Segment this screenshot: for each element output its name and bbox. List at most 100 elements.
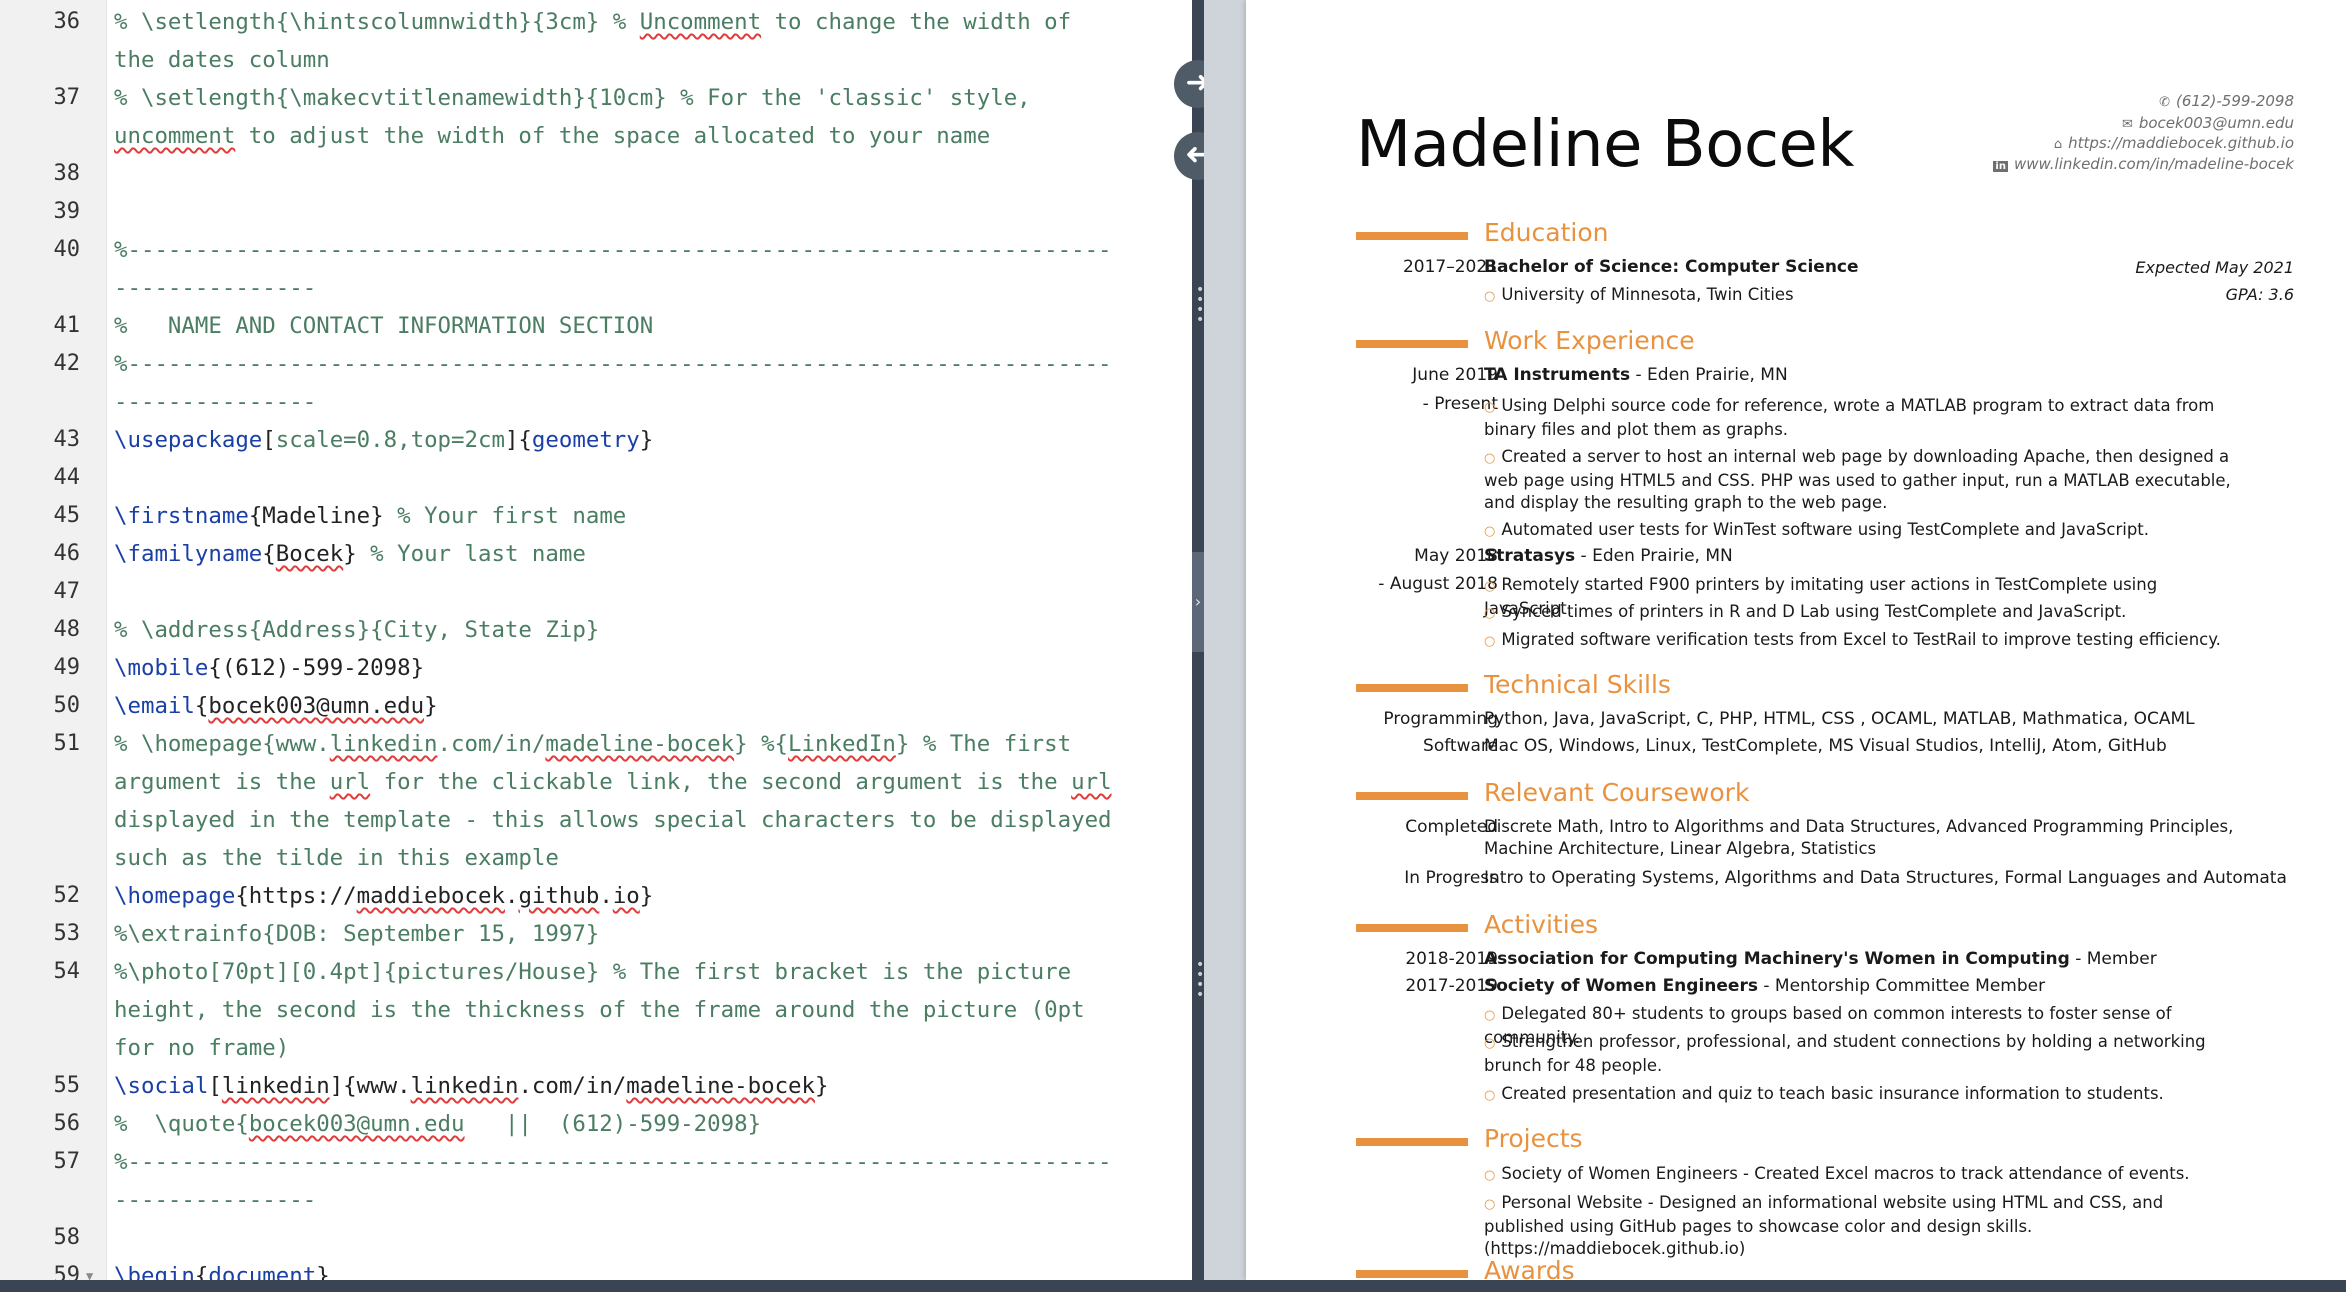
code-line[interactable]: 40 %-------------------------------------…	[0, 231, 1192, 269]
code-text[interactable]: %\photo[70pt][0.4pt]{pictures/House} % T…	[114, 953, 1071, 991]
code-text[interactable]: %\extrainfo{DOB: September 15, 1997}	[114, 915, 599, 953]
code-line[interactable]: 52 \homepage{https://maddiebocek.github.i…	[0, 877, 1192, 915]
code-text[interactable]: for no frame)	[114, 1029, 289, 1067]
code-text[interactable]: \homepage{https://maddiebocek.github.io}	[114, 877, 653, 915]
code-text[interactable]: %---------------------------------------…	[114, 231, 1112, 269]
code-text[interactable]: %---------------------------------------…	[114, 1143, 1112, 1181]
code-text[interactable]: height, the second is the thickness of t…	[114, 991, 1085, 1029]
code-line[interactable]: 36 % \setlength{\hintscolumnwidth}{3cm} %…	[0, 3, 1192, 41]
line-number: 41	[53, 313, 81, 338]
code-line[interactable]: 39	[0, 193, 1192, 231]
code-text[interactable]: ---------------	[114, 383, 316, 421]
job2-heading: Stratasys - Eden Prairie, MN	[1484, 546, 1733, 566]
code-token: \social	[114, 1073, 209, 1099]
divider-grip-icon[interactable]: ••••	[1196, 283, 1204, 327]
code-text[interactable]: displayed in the template - this allows …	[114, 801, 1112, 839]
activity1-role: - Member	[2069, 949, 2157, 969]
code-line[interactable]: the dates column	[0, 41, 1192, 79]
code-line[interactable]: 54 %\photo[70pt][0.4pt]{pictures/House} %…	[0, 953, 1192, 991]
code-line[interactable]: 57 %-------------------------------------…	[0, 1143, 1192, 1181]
code-token: ]{www.	[329, 1073, 411, 1099]
code-text[interactable]: ---------------	[114, 269, 316, 307]
code-line[interactable]: 38	[0, 155, 1192, 193]
code-text[interactable]: \begin{document}	[114, 1257, 330, 1280]
list-item: ○ Migrated software verification tests fr…	[1484, 629, 2248, 653]
code-line[interactable]: height, the second is the thickness of t…	[0, 991, 1192, 1029]
code-text[interactable]: % \homepage{www.linkedin.com/in/madeline…	[114, 725, 1071, 763]
pdf-preview-pane[interactable]: Madeline Bocek ✆ (612)-599-2098 ✉ bocek003…	[1204, 0, 2346, 1280]
collapse-pane-handle[interactable]: ›	[1192, 552, 1204, 652]
coursework-inprogress-label: In Progress	[1404, 868, 1498, 888]
code-text[interactable]: % \quote{bocek003@umn.edu || (612)-599-2…	[114, 1105, 761, 1143]
code-line[interactable]: 56 % \quote{bocek003@umn.edu || (612)-599…	[0, 1105, 1192, 1143]
code-token: .	[599, 883, 613, 909]
code-line[interactable]: 43 \usepackage[scale=0.8,top=2cm]{geometr…	[0, 421, 1192, 459]
code-text[interactable]: \usepackage[scale=0.8,top=2cm]{geometry}	[114, 421, 653, 459]
bullet-icon: ○	[1484, 524, 1496, 539]
code-line[interactable]: 48 % \address{Address}{City, State Zip}	[0, 611, 1192, 649]
code-line[interactable]: 50 \email{bocek003@umn.edu}	[0, 687, 1192, 725]
code-line[interactable]: 42 %-------------------------------------…	[0, 345, 1192, 383]
code-line[interactable]: 47	[0, 573, 1192, 611]
code-text[interactable]: uncomment to adjust the width of the spa…	[114, 117, 990, 155]
code-line[interactable]: 55 \social[linkedin]{www.linkedin.com/in/…	[0, 1067, 1192, 1105]
code-text[interactable]: \email{bocek003@umn.edu}	[114, 687, 438, 725]
code-line[interactable]: displayed in the template - this allows …	[0, 801, 1192, 839]
code-text[interactable]: \social[linkedin]{www.linkedin.com/in/ma…	[114, 1067, 829, 1105]
code-text[interactable]: argument is the url for the clickable li…	[114, 763, 1112, 801]
bullet-icon: ○	[1484, 634, 1496, 649]
contact-email[interactable]: ✉ bocek003@umn.edu	[2122, 114, 2294, 132]
bullet-icon: ○	[1484, 1088, 1496, 1103]
code-token: height, the second is the thickness of t…	[114, 997, 1085, 1023]
code-line[interactable]: argument is the url for the clickable li…	[0, 763, 1192, 801]
code-line[interactable]: such as the tilde in this example	[0, 839, 1192, 877]
code-line[interactable]: 58	[0, 1219, 1192, 1257]
code-text[interactable]: % \setlength{\hintscolumnwidth}{3cm} % U…	[114, 3, 1071, 41]
activity2-date: 2017-2019	[1405, 976, 1498, 996]
code-text[interactable]: \familyname{Bocek} % Your last name	[114, 535, 586, 573]
code-token: {	[194, 1263, 209, 1280]
code-token: \familyname	[114, 541, 263, 567]
code-token: %---------------------------------------…	[114, 1149, 1112, 1175]
code-token: % \address{Address}{City, State Zip}	[114, 617, 600, 643]
education-dates: 2017–2021	[1402, 257, 1498, 277]
code-line[interactable]: 53 %\extrainfo{DOB: September 15, 1997}	[0, 915, 1192, 953]
code-token: % Your first name	[397, 503, 627, 529]
code-editor[interactable]: 36 % \setlength{\hintscolumnwidth}{3cm} %…	[0, 0, 1192, 1280]
line-number: 38	[53, 161, 81, 186]
divider-grip-icon[interactable]: ••••	[1196, 958, 1204, 1002]
line-number: 40	[53, 237, 81, 262]
code-text[interactable]: % NAME AND CONTACT INFORMATION SECTION	[114, 307, 653, 345]
code-line[interactable]: ---------------	[0, 1181, 1192, 1219]
code-line[interactable]: 49 \mobile{(612)-599-2098}	[0, 649, 1192, 687]
code-text[interactable]: % \setlength{\makecvtitlenamewidth}{10cm…	[114, 79, 1031, 117]
code-text[interactable]: such as the tilde in this example	[114, 839, 559, 877]
code-token: argument is the	[114, 769, 330, 795]
code-line[interactable]: 37 % \setlength{\makecvtitlenamewidth}{10…	[0, 79, 1192, 117]
code-text[interactable]: \mobile{(612)-599-2098}	[114, 649, 424, 687]
code-token: ---------------	[114, 389, 317, 415]
code-line[interactable]: uncomment to adjust the width of the spa…	[0, 117, 1192, 155]
code-line[interactable]: 46 \familyname{Bocek} % Your last name	[0, 535, 1192, 573]
code-text[interactable]: ---------------	[114, 1181, 316, 1219]
code-token: such as the tilde in this example	[114, 845, 559, 871]
code-line[interactable]: 59 ▼ \begin{document}	[0, 1257, 1192, 1280]
fold-toggle-icon[interactable]: ▼	[86, 1257, 93, 1280]
code-line[interactable]: ---------------	[0, 269, 1192, 307]
code-line[interactable]: ---------------	[0, 383, 1192, 421]
contact-homepage[interactable]: ⌂ https://maddiebocek.github.io	[2054, 134, 2294, 152]
line-number: 58	[53, 1225, 81, 1250]
code-text[interactable]: the dates column	[114, 41, 330, 79]
code-text[interactable]: \firstname{Madeline} % Your first name	[114, 497, 626, 535]
contact-linkedin[interactable]: in www.linkedin.com/in/madeline-bocek	[1993, 155, 2294, 173]
code-line[interactable]: 41 % NAME AND CONTACT INFORMATION SECTION	[0, 307, 1192, 345]
code-token: }	[424, 693, 438, 719]
code-line[interactable]: 51 % \homepage{www.linkedin.com/in/madeli…	[0, 725, 1192, 763]
activity2-role: - Mentorship Committee Member	[1757, 976, 2046, 996]
code-text[interactable]: %---------------------------------------…	[114, 345, 1112, 383]
code-line[interactable]: for no frame)	[0, 1029, 1192, 1067]
code-line[interactable]: 44	[0, 459, 1192, 497]
code-line[interactable]: 45 \firstname{Madeline} % Your first name	[0, 497, 1192, 535]
line-number: 57	[53, 1149, 81, 1174]
code-text[interactable]: % \address{Address}{City, State Zip}	[114, 611, 599, 649]
